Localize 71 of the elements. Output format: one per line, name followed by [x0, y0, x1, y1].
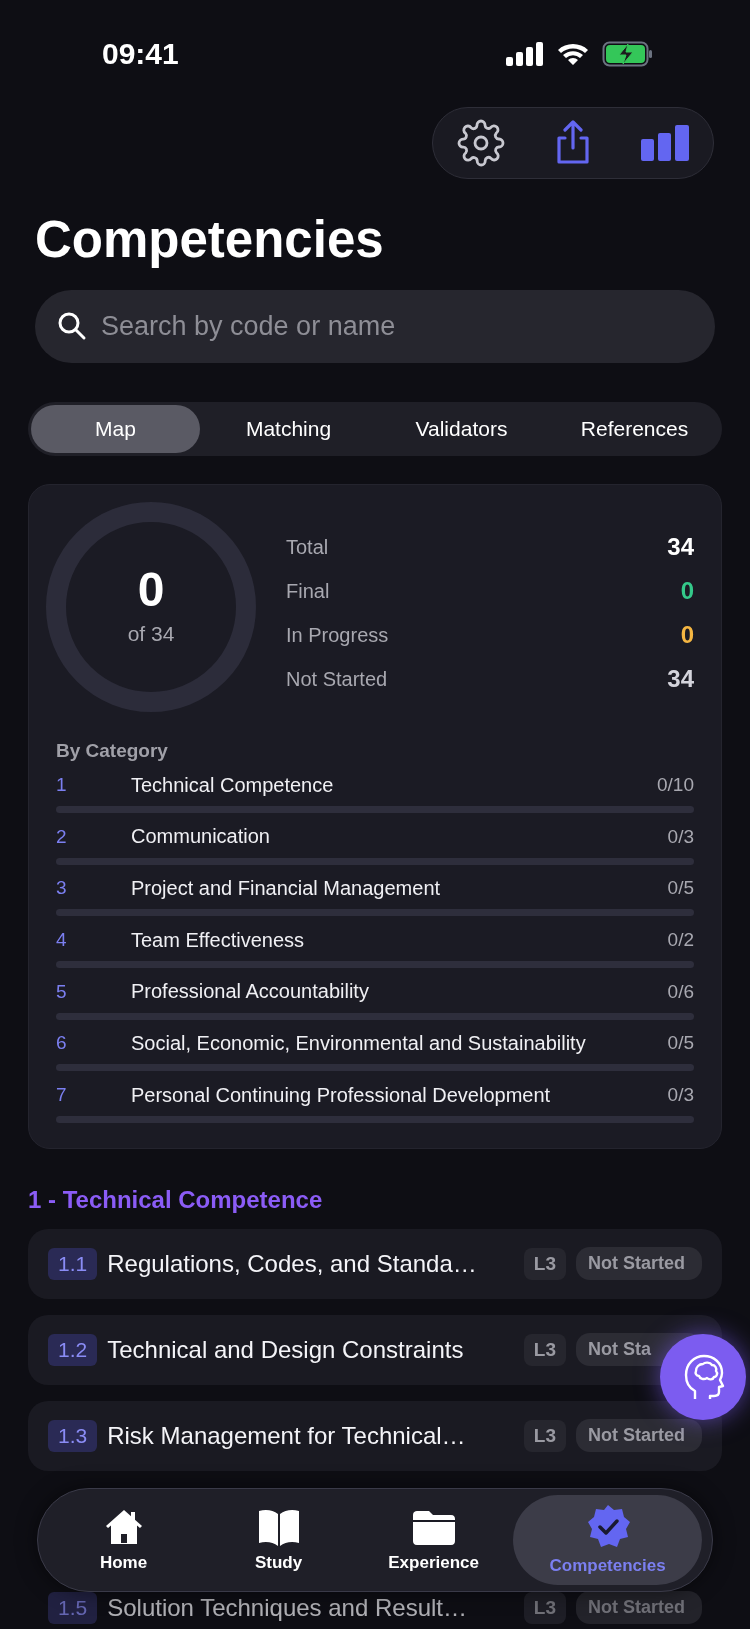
competency-row[interactable]: 1.1 Regulations, Codes, and Standa… L3 Not Started — [28, 1228, 722, 1299]
status-badge: Not Started — [576, 1247, 702, 1281]
competency-code: 1.3 — [48, 1419, 98, 1452]
category-number: 1 — [56, 774, 68, 796]
category-name: Communication — [131, 825, 271, 849]
stat-value: 34 — [667, 533, 694, 561]
stat-value: 0 — [680, 577, 694, 605]
stat-label: Not Started — [286, 667, 388, 691]
tab[interactable]: References — [550, 405, 719, 453]
status-badge: Not Started — [576, 1419, 702, 1453]
statistics-button[interactable] — [641, 125, 689, 161]
competency-name: Technical and Design Constraints — [107, 1335, 465, 1364]
ring-value: 0 — [137, 564, 165, 616]
category-count: 0/10 — [657, 774, 694, 796]
stat-label: Total — [286, 535, 329, 559]
wifi-icon — [556, 41, 590, 67]
category-count: 0/6 — [667, 980, 694, 1003]
ring-caption: of 34 — [127, 622, 175, 646]
category-number: 7 — [56, 1084, 68, 1107]
category-name: Personal Continuing Professional Development — [131, 1083, 552, 1107]
stat-label: In Progress — [286, 623, 389, 647]
category-name: Technical Competence — [131, 773, 335, 797]
competency-name: Solution Techniques and Result… — [107, 1593, 468, 1622]
search-icon — [57, 311, 87, 341]
tab[interactable]: Map — [31, 405, 200, 453]
level-tag: L3 — [523, 1333, 566, 1366]
status-badge: Not Started — [576, 1591, 702, 1625]
stat-value: 0 — [680, 621, 694, 649]
stat-value: 34 — [667, 665, 694, 693]
level-tag: L3 — [523, 1247, 566, 1280]
category-number: 5 — [56, 980, 68, 1003]
bar-chart-icon — [641, 125, 689, 161]
settings-icon — [457, 119, 505, 167]
status-time: 09:41 — [102, 37, 179, 71]
level-tag: L3 — [523, 1419, 566, 1452]
competency-code: 1.1 — [48, 1247, 98, 1280]
competency-row[interactable]: 1.2 Technical and Design Constraints L3 Not Sta — [28, 1314, 722, 1385]
category-name: Team Effectiveness — [131, 928, 306, 952]
category-number: 2 — [56, 825, 68, 848]
category-count: 0/5 — [667, 1032, 694, 1055]
competency-row[interactable]: 1.3 Risk Management for Technical… L3 Not Started — [28, 1400, 722, 1471]
section-title: 1 - Technical Competence — [28, 1184, 323, 1215]
category-name: Professional Accountability — [131, 980, 370, 1004]
stat-label: Final — [286, 579, 330, 603]
nav-tab[interactable]: Home — [48, 1495, 200, 1585]
competency-code: 1.5 — [48, 1591, 98, 1624]
settings-button[interactable] — [457, 119, 505, 167]
search-field[interactable]: Search by code or name — [35, 290, 715, 363]
section-label: By Category — [56, 740, 168, 762]
competency-name: Risk Management for Technical… — [107, 1421, 467, 1450]
category-name: Social, Economic, Environmental and Sustainability — [131, 1031, 587, 1055]
category-count: 0/3 — [667, 825, 694, 848]
signal-icon — [506, 42, 544, 66]
tab[interactable]: Validators — [377, 405, 546, 453]
competency-code: 1.2 — [48, 1333, 98, 1366]
category-count: 0/5 — [667, 877, 694, 900]
battery-charging-icon — [602, 41, 654, 67]
category-count: 0/2 — [667, 929, 694, 952]
category-number: 4 — [56, 929, 68, 952]
category-name: Project and Financial Management — [131, 876, 442, 900]
level-tag: L3 — [523, 1591, 566, 1624]
page-title: Competencies — [35, 210, 384, 270]
category-count: 0/3 — [667, 1084, 694, 1107]
competency-name: Regulations, Codes, and Standa… — [107, 1249, 478, 1278]
category-number: 6 — [56, 1032, 68, 1055]
book-icon — [256, 1507, 301, 1547]
assistant-button[interactable] — [660, 1334, 746, 1420]
category-number: 3 — [56, 877, 68, 900]
nav-tab[interactable]: Experience — [358, 1495, 510, 1585]
tab[interactable]: Matching — [204, 405, 373, 453]
nav-tab[interactable]: Study — [203, 1495, 355, 1585]
